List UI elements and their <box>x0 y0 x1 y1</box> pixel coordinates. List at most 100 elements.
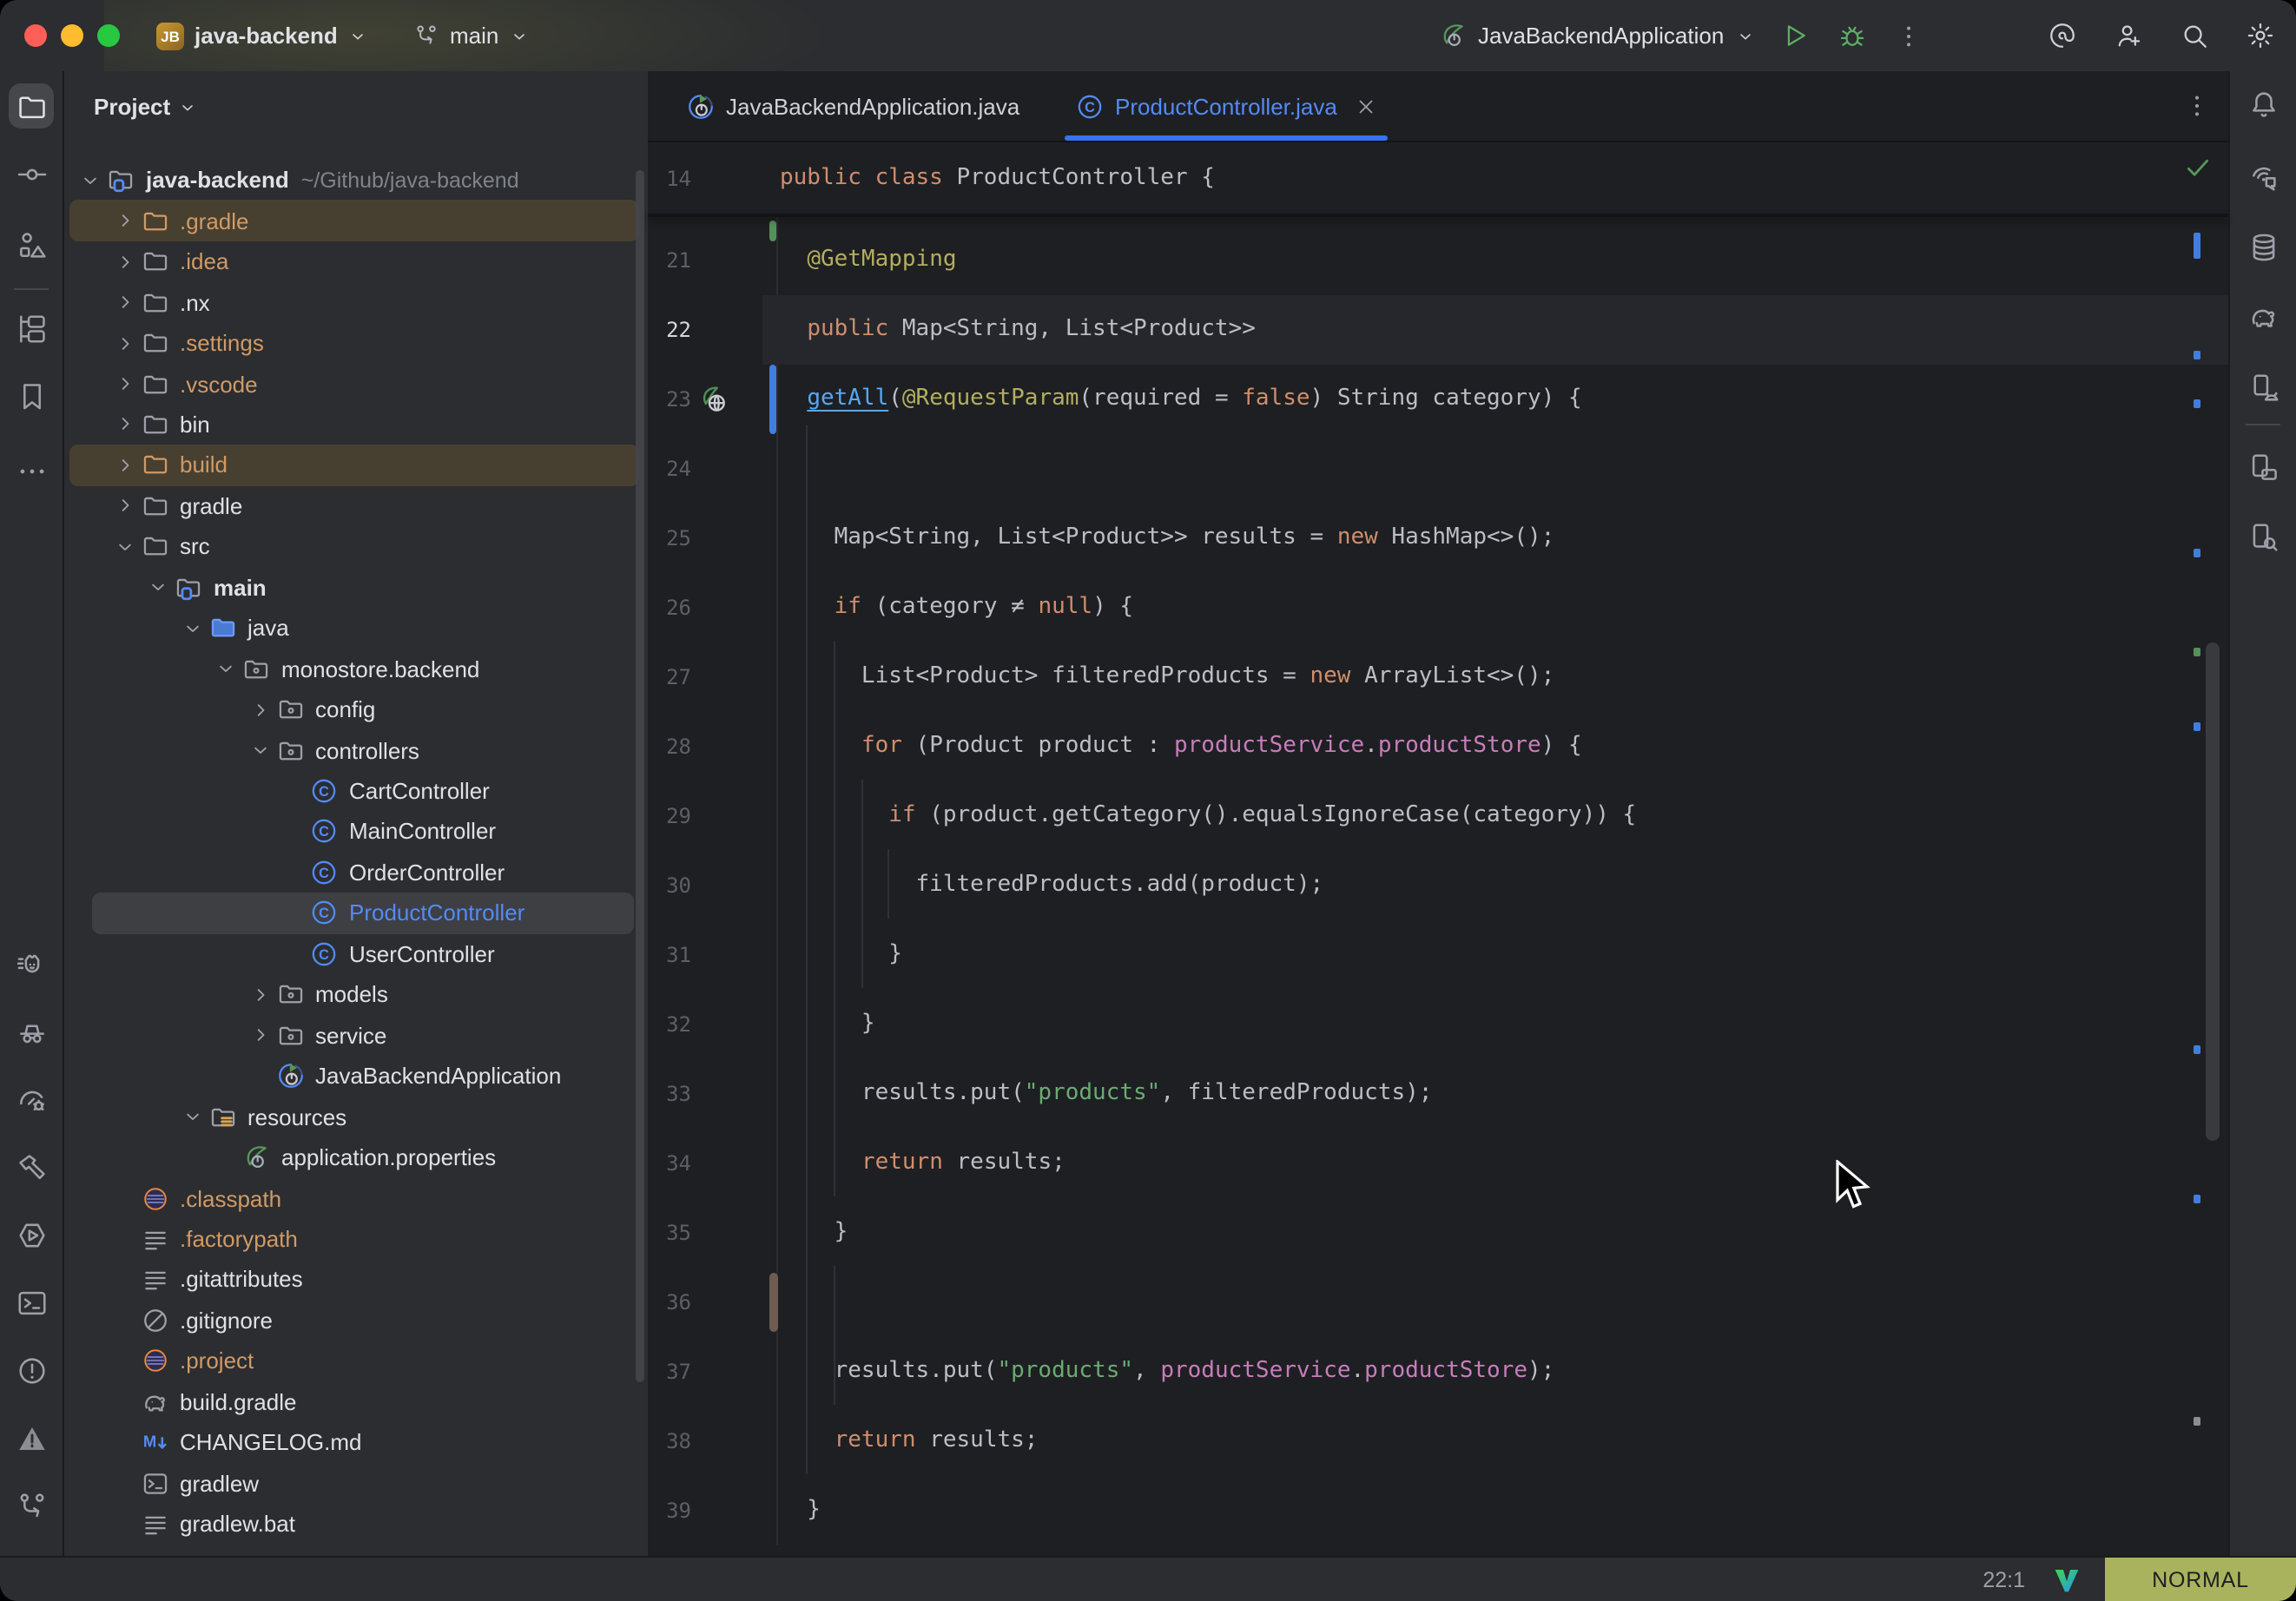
search-icon[interactable] <box>2180 21 2209 50</box>
problems-icon[interactable] <box>9 1347 54 1393</box>
code-line-33[interactable]: 33 results.put("products", filteredProdu… <box>648 1059 2228 1129</box>
device-manager-icon[interactable] <box>2240 365 2286 410</box>
ideavim-icon[interactable] <box>2053 1565 2081 1593</box>
services-icon[interactable] <box>9 1212 54 1257</box>
vim-mode-badge[interactable]: NORMAL <box>2105 1558 2296 1601</box>
tree-item-resources[interactable]: resources <box>64 1097 648 1137</box>
chevron-spacer[interactable] <box>247 1064 272 1088</box>
tree-item-gradlew[interactable]: gradlew <box>64 1463 648 1504</box>
tree-item-main[interactable]: main <box>64 567 648 608</box>
close-icon[interactable] <box>1355 95 1377 117</box>
line-number[interactable]: 28 <box>648 712 773 781</box>
code-line-36[interactable]: 36 <box>648 1268 2228 1337</box>
code-area[interactable]: 14public class ProductController { 21 @Ge… <box>648 144 2228 1556</box>
structure-icon[interactable] <box>9 222 54 267</box>
tree-item-application.properties[interactable]: application.properties <box>64 1137 648 1178</box>
tree-item-java-backend[interactable]: java-backend~/Github/java-backend <box>64 160 648 201</box>
code-line-14[interactable]: 14public class ProductController { <box>648 144 2228 214</box>
tree-item-.factorypath[interactable]: .factorypath <box>64 1218 648 1259</box>
line-number[interactable]: 37 <box>648 1337 773 1407</box>
chevron-right-icon[interactable] <box>112 412 136 437</box>
chevron-spacer[interactable] <box>112 1390 136 1414</box>
tab-JavaBackendApplication.java[interactable]: JavaBackendApplication.java <box>669 71 1037 141</box>
project-widget[interactable]: JB java-backend <box>156 0 369 71</box>
tree-item-gradle[interactable]: gradle <box>64 485 648 526</box>
terminal-icon[interactable] <box>9 1280 54 1325</box>
code-line-30[interactable]: 30 filteredProducts.add(product); <box>648 851 2228 920</box>
line-number[interactable]: 22 <box>648 295 773 365</box>
line-number[interactable]: 39 <box>648 1476 773 1545</box>
chevron-spacer[interactable] <box>112 1268 136 1292</box>
tree-item-CartController[interactable]: CCartController <box>64 771 648 812</box>
chevron-down-icon[interactable] <box>112 535 136 559</box>
chevron-right-icon[interactable] <box>112 290 136 314</box>
branch-widget[interactable]: main <box>413 0 530 71</box>
line-number[interactable]: 21 <box>648 226 773 295</box>
code-line-28[interactable]: 28 for (Product product : productService… <box>648 712 2228 781</box>
minimize-window-button[interactable] <box>61 24 83 47</box>
app-inspection-icon[interactable] <box>9 1009 54 1054</box>
line-number[interactable]: 26 <box>648 573 773 642</box>
project-icon[interactable] <box>9 83 54 128</box>
line-number[interactable]: 14 <box>648 144 773 214</box>
code-line-31[interactable]: 31 } <box>648 920 2228 990</box>
line-number[interactable]: 31 <box>648 920 773 990</box>
stripe-mark[interactable] <box>2194 399 2200 408</box>
ai-assistant-icon[interactable] <box>2048 21 2077 50</box>
database-icon[interactable] <box>2240 224 2286 269</box>
chevron-spacer[interactable] <box>281 860 306 885</box>
project-panel-header[interactable]: Project <box>94 94 198 120</box>
tree-item-OrderController[interactable]: COrderController <box>64 852 648 893</box>
line-number[interactable]: 24 <box>648 434 773 504</box>
tree-item-JavaBackendApplication[interactable]: JavaBackendApplication <box>64 1056 648 1097</box>
tab-options-icon[interactable] <box>2183 92 2211 120</box>
chevron-spacer[interactable] <box>112 1349 136 1374</box>
app-quality-insights-icon[interactable] <box>9 1415 54 1460</box>
chevron-right-icon[interactable] <box>247 1023 272 1047</box>
tree-item-CHANGELOG.md[interactable]: MCHANGELOG.md <box>64 1422 648 1463</box>
gemini-chat-icon[interactable] <box>2240 155 2286 200</box>
notifications-icon[interactable] <box>2240 82 2286 127</box>
chevron-right-icon[interactable] <box>247 697 272 721</box>
line-number[interactable]: 29 <box>648 781 773 851</box>
chevron-right-icon[interactable] <box>112 372 136 396</box>
line-number[interactable]: 38 <box>648 1407 773 1476</box>
code-line-38[interactable]: 38 return results; <box>648 1407 2228 1476</box>
stripe-mark[interactable] <box>2194 549 2200 557</box>
chevron-spacer[interactable] <box>214 1145 238 1169</box>
chevron-down-icon[interactable] <box>180 616 204 640</box>
chevron-down-icon[interactable] <box>214 656 238 681</box>
chevron-spacer[interactable] <box>112 1512 136 1536</box>
code-line-29[interactable]: 29 if (product.getCategory().equalsIgnor… <box>648 781 2228 851</box>
chevron-spacer[interactable] <box>112 1308 136 1333</box>
chevron-down-icon[interactable] <box>180 1104 204 1129</box>
code-line-21[interactable]: 21 @GetMapping <box>648 226 2228 295</box>
code-line-22[interactable]: 22 public Map<String, List<Product>> <box>648 295 2228 365</box>
chevron-right-icon[interactable] <box>112 331 136 355</box>
tree-item-build[interactable]: build <box>64 445 648 485</box>
chevron-spacer[interactable] <box>281 901 306 926</box>
code-line-32[interactable]: 32 } <box>648 990 2228 1059</box>
logcat-icon[interactable] <box>9 941 54 986</box>
tree-item-.classpath[interactable]: .classpath <box>64 1178 648 1219</box>
line-number[interactable]: 34 <box>648 1129 773 1198</box>
chevron-right-icon[interactable] <box>247 983 272 1007</box>
code-line-23[interactable]: 23 getAll(@RequestParam(required = false… <box>648 365 2228 434</box>
run-button[interactable] <box>1779 21 1809 50</box>
tree-item-MainController[interactable]: CMainController <box>64 811 648 852</box>
profiler-icon[interactable] <box>9 1077 54 1122</box>
chevron-spacer[interactable] <box>281 779 306 803</box>
code-line-37[interactable]: 37 results.put("products", productServic… <box>648 1337 2228 1407</box>
project-tree-scrollbar[interactable] <box>636 170 644 1382</box>
build-icon[interactable] <box>9 1144 54 1189</box>
editor-scrollbar[interactable] <box>2206 642 2220 1141</box>
tree-item-monostore.backend[interactable]: monostore.backend <box>64 649 648 689</box>
version-control-icon[interactable] <box>9 1483 54 1528</box>
chevron-right-icon[interactable] <box>112 453 136 478</box>
code-line-27[interactable]: 27 List<Product> filteredProducts = new … <box>648 642 2228 712</box>
stripe-mark[interactable] <box>2194 1195 2200 1203</box>
line-number[interactable]: 33 <box>648 1059 773 1129</box>
stripe-mark[interactable] <box>2194 233 2200 259</box>
tree-item-.gitattributes[interactable]: .gitattributes <box>64 1259 648 1300</box>
close-window-button[interactable] <box>24 24 47 47</box>
